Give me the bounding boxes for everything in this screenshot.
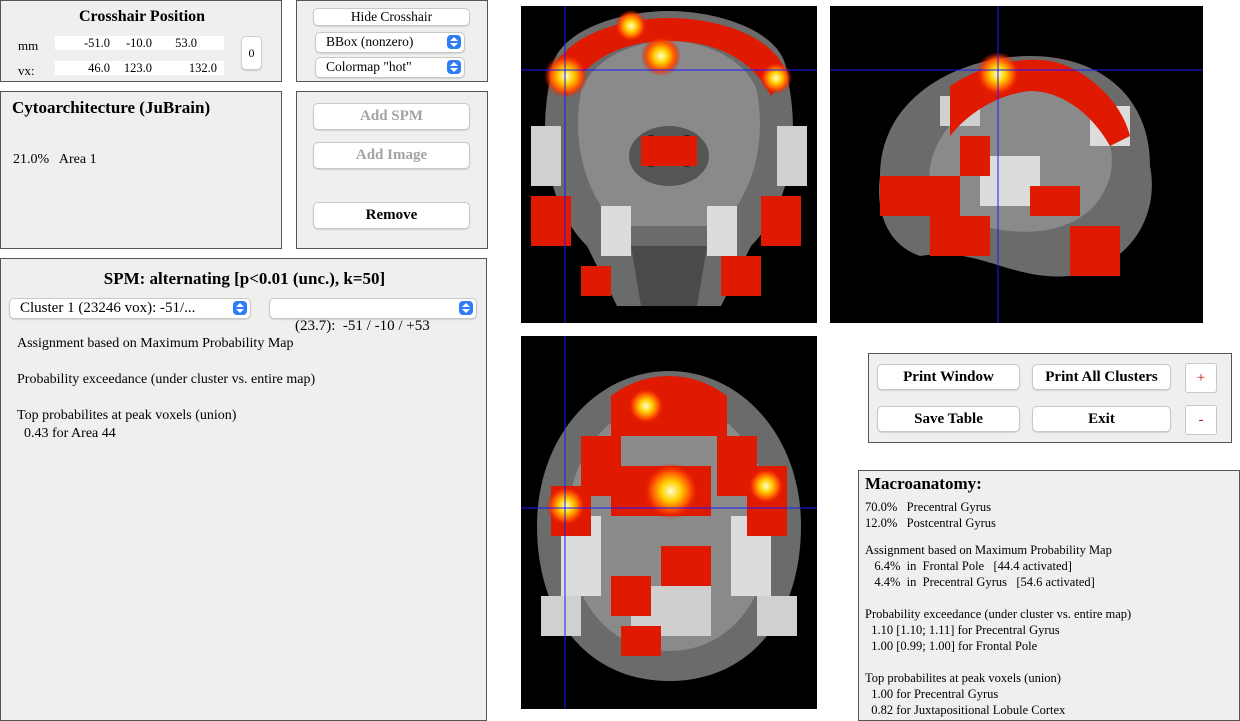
print-window-button[interactable]: Print Window (877, 364, 1020, 390)
chevron-updown-icon (447, 35, 461, 49)
macro-line: 70.0% Precentral Gyrus (865, 500, 992, 514)
vx-coordinate-field[interactable]: 46.0 123.0 132.0 (55, 61, 224, 75)
chevron-updown-icon (233, 301, 247, 315)
print-all-clusters-button[interactable]: Print All Clusters (1032, 364, 1171, 390)
remove-button[interactable]: Remove (313, 202, 470, 229)
vx-y-value: 123.0 (123, 61, 152, 75)
vx-label: vx: (18, 63, 35, 78)
macro-line: 1.00 for Precentral Gyrus (865, 687, 999, 701)
chevron-updown-icon (447, 60, 461, 74)
macro-line: 0.82 for Juxtapositional Lobule Cortex (865, 703, 1066, 717)
macro-line: Assignment based on Maximum Probability … (865, 543, 1112, 557)
cluster-select-value: Cluster 1 (23246 vox): -51/... (20, 300, 196, 316)
macro-line: 1.00 [0.99; 1.00] for Frontal Pole (865, 639, 1038, 653)
exceedance-text: Probability exceedance (under cluster vs… (17, 372, 316, 387)
hide-crosshair-button[interactable]: Hide Crosshair (313, 8, 470, 26)
save-table-button[interactable]: Save Table (877, 406, 1020, 432)
bbox-select[interactable]: BBox (nonzero) (315, 32, 465, 53)
crosshair-position-panel: Crosshair Position mm -51.0 -10.0 53.0 v… (0, 0, 282, 82)
peak-select-value: (23.7): -51 / -10 / +53 (295, 318, 430, 334)
add-spm-button[interactable]: Add SPM (313, 103, 470, 130)
cytoarchitecture-title: Cytoarchitecture (JuBrain) (12, 98, 211, 117)
mm-x-value: -51.0 (83, 36, 110, 50)
mm-y-value: -10.0 (125, 36, 152, 50)
macro-line: 4.4% in Precentral Gyrus [54.6 activated… (865, 575, 1095, 589)
add-image-button[interactable]: Add Image (313, 142, 470, 169)
assignment-text: Assignment based on Maximum Probability … (17, 336, 294, 351)
crosshair-title: Crosshair Position (78, 8, 206, 25)
macro-line: 6.4% in Frontal Pole [44.4 activated] (865, 559, 1072, 573)
vx-x-value: 46.0 (88, 61, 110, 75)
peak-select[interactable]: (23.7): -51 / -10 / +53 (269, 298, 477, 334)
exit-button[interactable]: Exit (1032, 406, 1171, 432)
output-buttons-panel: Print Window Print All Clusters + Save T… (868, 353, 1232, 443)
colormap-select[interactable]: Colormap "hot" (315, 57, 465, 78)
spm-panel: SPM: alternating [p<0.01 (unc.), k=50] C… (0, 258, 487, 721)
spm-title: SPM: alternating [p<0.01 (unc.), k=50] (103, 269, 386, 288)
macroanatomy-title: Macroanatomy: (865, 474, 982, 493)
zoom-in-button[interactable]: + (1185, 363, 1217, 393)
mm-label: mm (18, 38, 39, 53)
sagittal-view[interactable] (830, 6, 1203, 323)
mm-coordinate-field[interactable]: -51.0 -10.0 53.0 (55, 36, 224, 50)
macro-line: 1.10 [1.10; 1.11] for Precentral Gyrus (865, 623, 1060, 637)
zoom-out-button[interactable]: - (1185, 405, 1217, 435)
cluster-select[interactable]: Cluster 1 (23246 vox): -51/... (9, 298, 251, 319)
macroanatomy-panel: Macroanatomy: 70.0% Precentral Gyrus 12.… (858, 470, 1240, 721)
sagittal-slice-image (830, 6, 1203, 323)
vx-z-value: 132.0 (188, 61, 217, 75)
top-probabilities-title: Top probabilites at peak voxels (union) (17, 408, 237, 423)
macro-line: Probability exceedance (under cluster vs… (865, 607, 1132, 621)
coronal-slice-image (521, 6, 817, 323)
axial-slice-image (521, 336, 817, 709)
axial-view[interactable] (521, 336, 817, 709)
chevron-updown-icon (459, 301, 473, 315)
display-options-panel: Hide Crosshair BBox (nonzero) Colormap "… (296, 0, 488, 82)
macro-line: 12.0% Postcentral Gyrus (865, 516, 996, 530)
colormap-select-value: Colormap "hot" (326, 59, 412, 74)
mm-z-value: 53.0 (175, 36, 197, 50)
coronal-view[interactable] (521, 6, 817, 323)
zero-button[interactable]: 0 (241, 36, 262, 70)
cytoarchitecture-panel: Cytoarchitecture (JuBrain) 21.0% Area 1 (0, 91, 282, 249)
top-probabilities-value: 0.43 for Area 44 (17, 426, 116, 441)
macro-line: Top probabilites at peak voxels (union) (865, 671, 1061, 685)
cytoarchitecture-value: 21.0% Area 1 (13, 152, 97, 167)
actions-panel: Add SPM Add Image Remove (296, 91, 488, 249)
bbox-select-value: BBox (nonzero) (326, 34, 414, 49)
